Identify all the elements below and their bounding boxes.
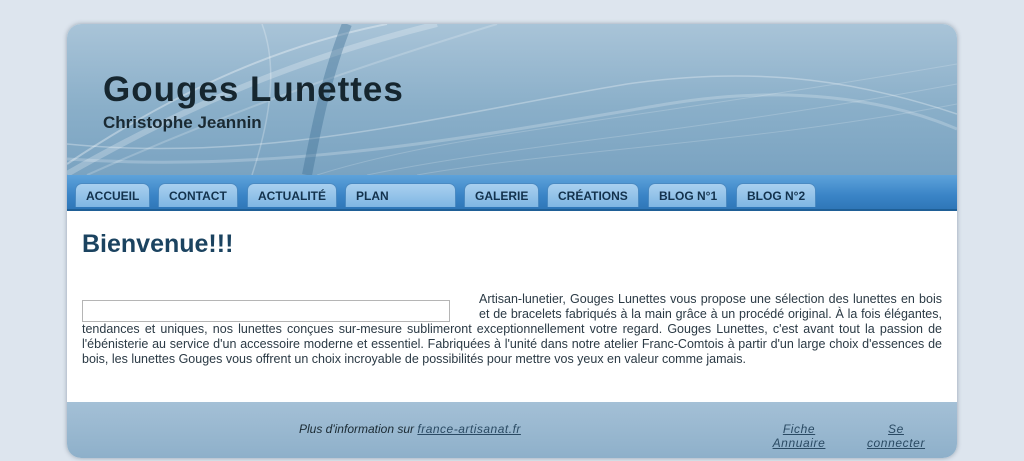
nav-tab-accueil[interactable]: ACCUEIL [75,183,150,207]
se-connecter-link[interactable]: Se connecter [862,422,930,450]
fiche-annuaire-line1: Fiche [782,422,816,436]
nav-tab-contact[interactable]: CONTACT [158,183,238,207]
main-navigation: ACCUEIL CONTACT ACTUALITÉ PLAN GALERIE C… [67,175,957,211]
nav-tab-galerie[interactable]: GALERIE [464,183,539,207]
se-connecter-line2: connecter [866,436,926,450]
site-header: Gouges Lunettes Christophe Jeannin [67,24,957,175]
site-subtitle: Christophe Jeannin [103,113,262,132]
fiche-annuaire-link[interactable]: Fiche Annuaire [767,422,831,450]
fiche-annuaire-line2: Annuaire [772,436,826,450]
page-container: Gouges Lunettes Christophe Jeannin ACCUE… [67,24,957,458]
main-content: Bienvenue!!! Artisan-lunetier, Gouges Lu… [67,211,957,402]
site-footer: Plus d'information sur france-artisanat.… [67,402,957,458]
site-title: Gouges Lunettes [103,70,404,109]
image-placeholder [82,300,450,322]
nav-tab-plan[interactable]: PLAN [345,183,456,207]
page-heading: Bienvenue!!! [82,230,234,258]
footer-info-prefix: Plus d'information sur [299,422,415,436]
intro-paragraph: Artisan-lunetier, Gouges Lunettes vous p… [82,292,942,367]
nav-tab-actualite[interactable]: ACTUALITÉ [247,183,337,207]
footer-info: Plus d'information sur france-artisanat.… [299,422,521,436]
nav-tab-creations[interactable]: CRÉATIONS [547,183,639,207]
nav-tab-blog-2[interactable]: BLOG N°2 [736,183,816,207]
france-artisanat-link[interactable]: france-artisanat.fr [417,422,521,436]
se-connecter-line1: Se [888,422,904,436]
nav-tab-blog-1[interactable]: BLOG N°1 [648,183,727,207]
